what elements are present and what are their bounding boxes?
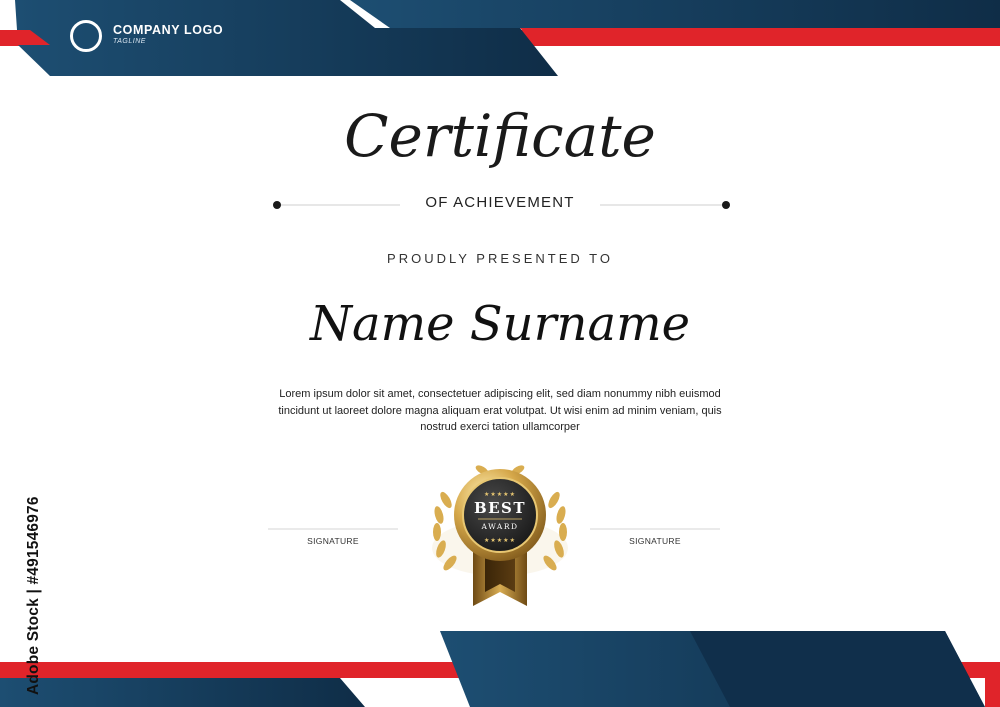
- logo-name: COMPANY LOGO: [113, 23, 224, 37]
- certificate-subtitle: OF ACHIEVEMENT: [425, 194, 575, 211]
- stock-watermark: Adobe Stock | #491546976: [6, 466, 42, 696]
- bottom-navy-band-left: [0, 678, 365, 707]
- presented-to-label: PROUDLY PRESENTED TO: [387, 251, 613, 266]
- logo-ring-icon: [70, 20, 102, 52]
- award-medal: ★★★★★ ★★★★★: [432, 465, 568, 606]
- certificate-body-text: Lorem ipsum dolor sit amet, consectetuer…: [278, 388, 722, 433]
- top-red-accent-right: [520, 28, 1000, 46]
- logo-tagline: TAGLINE: [113, 38, 146, 45]
- divider-dot-left: [273, 201, 281, 209]
- signature-label-left: SIGNATURE: [307, 536, 359, 546]
- watermark-text: Adobe Stock | #491546976: [25, 496, 42, 695]
- medal-text-best: BEST: [473, 499, 527, 517]
- bottom-navy-band-right: [690, 631, 985, 707]
- bottom-decoration: [0, 631, 1000, 707]
- certificate-canvas: ★★★★★ ★★★★★ COMPANY LOGO TAGLINE Certifi…: [0, 0, 1000, 707]
- svg-text:★★★★★: ★★★★★: [484, 537, 516, 544]
- bottom-red-accent-right: [985, 662, 1000, 707]
- certificate-title: Certificate: [344, 102, 656, 170]
- signature-label-right: SIGNATURE: [629, 536, 681, 546]
- medal-text-award: AWARD: [481, 522, 519, 531]
- top-decoration: [0, 0, 1000, 76]
- svg-text:★★★★★: ★★★★★: [484, 491, 516, 498]
- recipient-name: Name Surname: [310, 296, 690, 352]
- top-navy-band-right: [350, 0, 1000, 28]
- divider-dot-right: [722, 201, 730, 209]
